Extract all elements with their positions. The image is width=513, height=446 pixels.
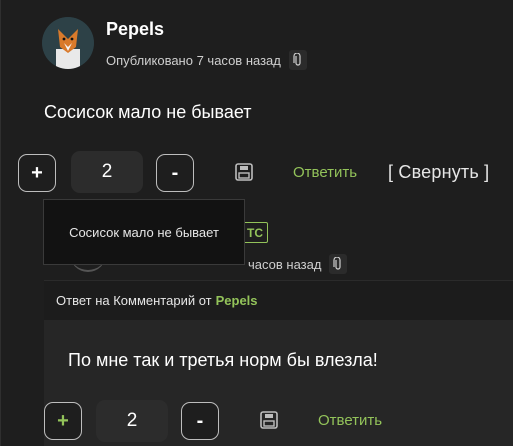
reply-button[interactable]: Ответить (318, 412, 382, 429)
reply-to-header: Ответ на Комментарий от Pepels (44, 280, 513, 320)
reply-text: По мне так и третья норм бы влезла! (68, 350, 378, 370)
downvote-button[interactable]: - (156, 154, 194, 192)
upvote-button[interactable]: + (18, 154, 56, 192)
reply-to-prefix: Ответ на Комментарий от (56, 293, 212, 308)
paperclip-icon[interactable] (329, 254, 348, 274)
comment-author[interactable]: Pepels (106, 19, 164, 40)
avatar[interactable] (42, 17, 94, 69)
reply-meta: часов назад (248, 254, 348, 274)
reply-to-author[interactable]: Pepels (216, 293, 258, 308)
thread-line (0, 0, 1, 446)
published-time: Опубликовано 7 часов назад (106, 52, 281, 68)
published-time: часов назад (248, 256, 322, 272)
reply-button[interactable]: Ответить (293, 164, 357, 181)
vote-count: 2 (71, 151, 143, 193)
comment-meta: Опубликовано 7 часов назад (106, 50, 307, 70)
tooltip: Сосисок мало не бывает (43, 199, 245, 265)
downvote-button[interactable]: - (181, 402, 219, 440)
status-badge: ТС (242, 222, 268, 243)
collapse-button[interactable]: [ Свернуть ] (388, 162, 489, 183)
fox-avatar-icon (42, 17, 94, 69)
vote-count: 2 (96, 400, 168, 442)
comment-text: Сосисок мало не бывает (44, 102, 252, 122)
save-icon[interactable] (234, 162, 254, 182)
save-icon[interactable] (259, 410, 279, 430)
upvote-button[interactable]: + (44, 402, 82, 440)
paperclip-icon[interactable] (288, 50, 307, 70)
